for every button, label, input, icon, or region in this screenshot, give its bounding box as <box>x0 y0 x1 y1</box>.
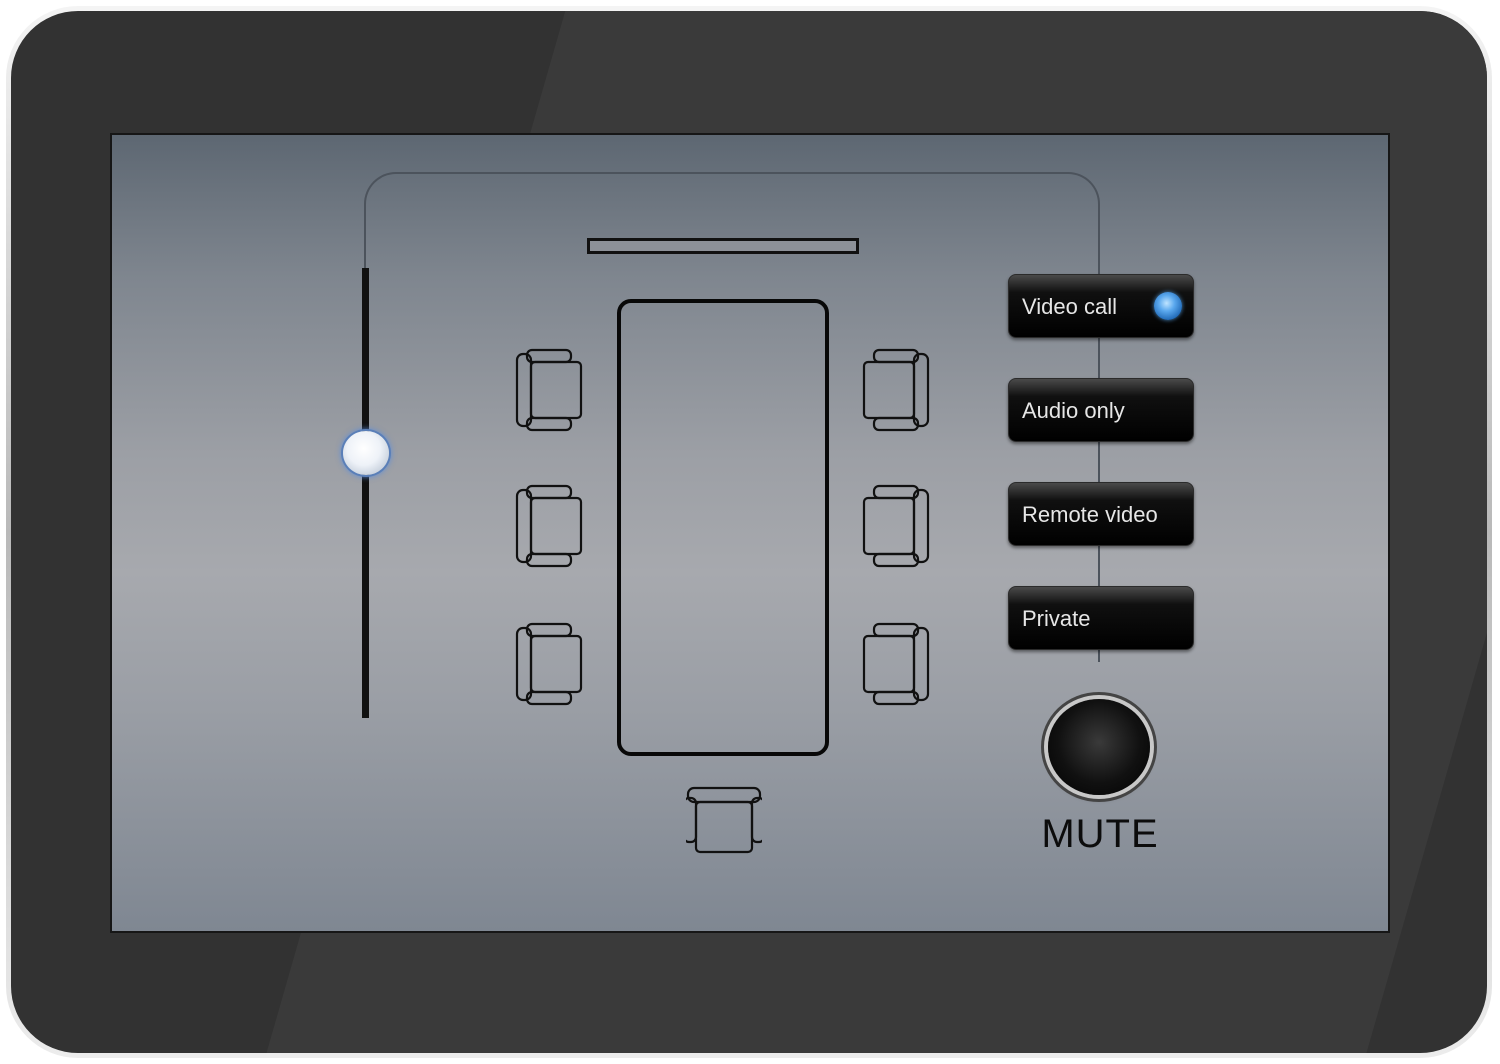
volume-slider-track[interactable] <box>362 268 369 718</box>
video-call-label: Video call <box>1022 294 1117 319</box>
chair-icon[interactable] <box>856 622 932 706</box>
mute-button[interactable] <box>1048 699 1150 795</box>
room-layout: Video call Audio only Remote video Priva… <box>112 135 1388 931</box>
chair-icon[interactable] <box>513 348 589 432</box>
audio-only-label: Audio only <box>1022 398 1125 423</box>
video-call-button[interactable]: Video call <box>1008 274 1194 338</box>
audio-only-button[interactable]: Audio only <box>1008 378 1194 442</box>
slider-thumb-icon[interactable] <box>343 430 389 475</box>
private-button[interactable]: Private <box>1008 586 1194 650</box>
chair-icon[interactable] <box>856 348 932 432</box>
remote-video-label: Remote video <box>1022 502 1158 527</box>
conference-table-icon <box>617 299 829 756</box>
chair-icon[interactable] <box>513 622 589 706</box>
display-screen-icon <box>587 238 859 254</box>
touch-screen: Video call Audio only Remote video Priva… <box>110 133 1390 933</box>
led-indicator-icon <box>1154 292 1182 320</box>
chair-icon[interactable] <box>856 484 932 568</box>
remote-video-button[interactable]: Remote video <box>1008 482 1194 546</box>
mute-label: MUTE <box>1041 812 1159 856</box>
chair-icon[interactable] <box>682 780 766 864</box>
private-label: Private <box>1022 606 1091 631</box>
chair-icon[interactable] <box>513 484 589 568</box>
